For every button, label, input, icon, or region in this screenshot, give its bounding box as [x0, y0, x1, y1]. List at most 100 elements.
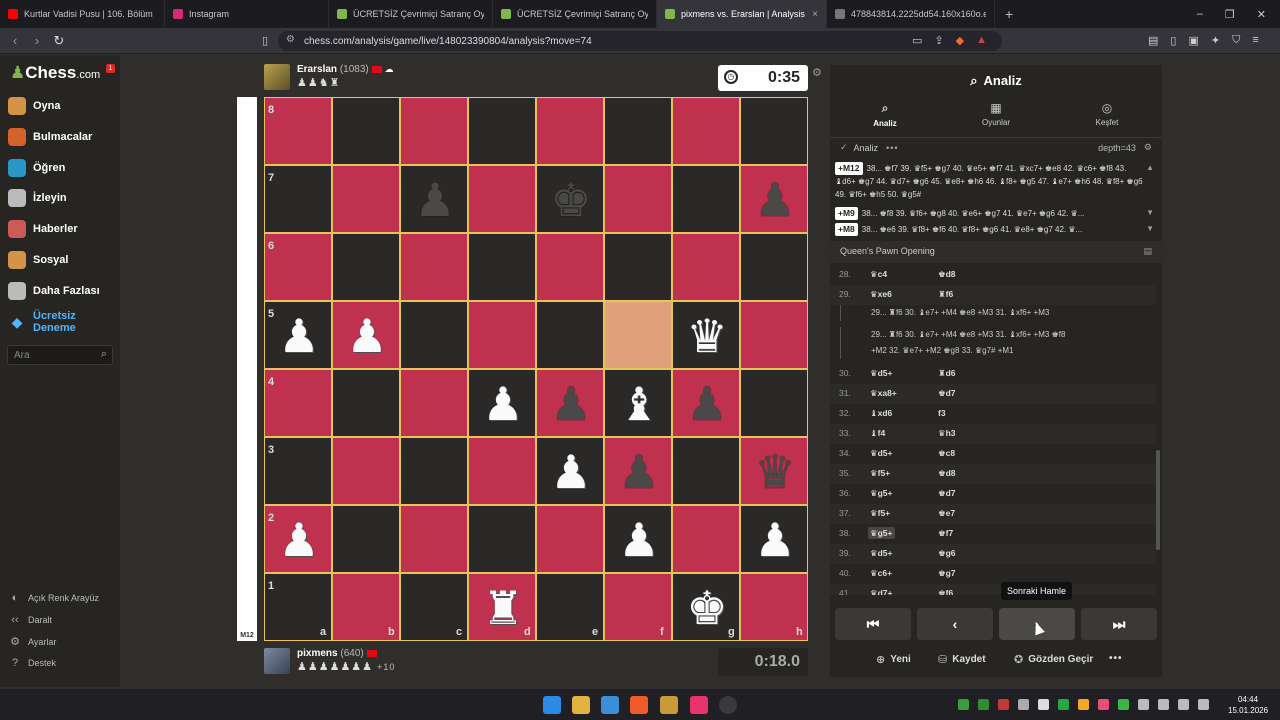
- options-icon[interactable]: •••: [886, 143, 898, 153]
- square-c5[interactable]: [400, 301, 468, 369]
- wallet-icon[interactable]: ▣: [1188, 34, 1198, 47]
- browser-tab[interactable]: Kurtlar Vadisi Pusu | 106. Bölüm | Yük: [0, 0, 165, 28]
- rewards-icon[interactable]: ▲: [976, 34, 987, 47]
- tray-app-icon[interactable]: [998, 699, 1009, 710]
- tab-analysis[interactable]: ⌕ Analiz: [830, 101, 940, 128]
- browser-tab[interactable]: ÜCRETSİZ Çevrimiçi Satranç Oynayın: [329, 0, 493, 28]
- engine-line[interactable]: +M9 38... ♚f8 39. ♛f6+ ♚g8 40. ♛e6+ ♚g7 4…: [835, 207, 1145, 220]
- square-g2[interactable]: [672, 505, 740, 573]
- file-explorer-icon[interactable]: [572, 696, 590, 714]
- white-move[interactable]: ♛g5+: [868, 527, 895, 539]
- white-pawn-icon[interactable]: ♟: [537, 438, 605, 506]
- black-move[interactable]: ♚f6: [938, 588, 953, 595]
- search-icon[interactable]: ⌕: [101, 348, 107, 361]
- previous-move-button[interactable]: ‹: [917, 608, 993, 640]
- black-queen-icon[interactable]: ♛: [741, 438, 809, 506]
- more-options-button[interactable]: •••: [1109, 653, 1123, 664]
- square-b2[interactable]: [332, 505, 400, 573]
- white-pawn-icon[interactable]: ♟: [265, 302, 333, 370]
- site-info-icon[interactable]: ⚙: [286, 34, 295, 45]
- black-pawn-icon[interactable]: ♟: [537, 370, 605, 438]
- square-a7[interactable]: [264, 165, 332, 233]
- browser-tab[interactable]: ÜCRETSİZ Çevrimiçi Satranç Oynayın: [493, 0, 657, 28]
- white-pawn-icon[interactable]: ♟: [265, 506, 333, 574]
- white-pawn-icon[interactable]: ♟: [469, 370, 537, 438]
- square-f8[interactable]: [604, 97, 672, 165]
- engine-line[interactable]: +M8 38... ♚e6 39. ♛f8+ ♚f6 40. ♛f8+ ♚g6 4…: [835, 223, 1145, 236]
- back-icon[interactable]: ‹: [4, 33, 26, 48]
- square-b4[interactable]: [332, 369, 400, 437]
- white-move[interactable]: ♛d5+: [870, 448, 893, 459]
- square-g8[interactable]: [672, 97, 740, 165]
- game-icon[interactable]: [660, 696, 678, 714]
- tray-app-icon[interactable]: [978, 699, 989, 710]
- black-move[interactable]: ♚g6: [938, 548, 956, 559]
- bottom-player-name[interactable]: pixmens: [297, 648, 338, 659]
- square-e8[interactable]: [536, 97, 604, 165]
- black-pawn-icon[interactable]: ♟: [741, 166, 809, 234]
- black-move[interactable]: ♛h3: [938, 428, 956, 439]
- bookmark-icon[interactable]: ▯: [254, 34, 276, 47]
- menu-icon[interactable]: ≡: [1252, 34, 1258, 47]
- black-move[interactable]: ♚d7: [938, 488, 956, 499]
- black-move[interactable]: ♜f6: [938, 289, 953, 300]
- system-clock[interactable]: 04:44 15.01.2026: [1228, 694, 1268, 716]
- first-move-button[interactable]: ⏮: [835, 608, 911, 640]
- engine-line[interactable]: +M12 38... ♚f7 39. ♛f5+ ♚g7 40. ♛e5+ ♚f7 …: [835, 162, 1145, 202]
- tray-app-icon[interactable]: [1098, 699, 1109, 710]
- split-icon[interactable]: ▯: [1170, 34, 1176, 47]
- black-pawn-icon[interactable]: ♟: [401, 166, 469, 234]
- maximize-icon[interactable]: ❐: [1225, 8, 1235, 21]
- minimize-icon[interactable]: –: [1197, 8, 1203, 21]
- square-a8[interactable]: [264, 97, 332, 165]
- square-c2[interactable]: [400, 505, 468, 573]
- last-move-button[interactable]: ⏭: [1081, 608, 1157, 640]
- start-icon[interactable]: [543, 696, 561, 714]
- top-player-name[interactable]: Erarslan: [297, 64, 337, 75]
- square-e5[interactable]: [536, 301, 604, 369]
- white-move[interactable]: ♝f4: [870, 428, 885, 439]
- square-g3[interactable]: [672, 437, 740, 505]
- white-pawn-icon[interactable]: ♟: [605, 506, 673, 574]
- square-c8[interactable]: [400, 97, 468, 165]
- microphone-icon[interactable]: [1138, 699, 1149, 710]
- engine-settings-icon[interactable]: ⚙: [1144, 142, 1152, 153]
- browser-tab[interactable]: Instagram: [165, 0, 329, 28]
- white-move[interactable]: ♛g5+: [870, 488, 893, 499]
- square-e6[interactable]: [536, 233, 604, 301]
- square-a3[interactable]: [264, 437, 332, 505]
- tray-app-icon[interactable]: [958, 699, 969, 710]
- square-d5[interactable]: [468, 301, 536, 369]
- white-move[interactable]: ♛xe6: [870, 289, 892, 300]
- white-king-icon[interactable]: ♚: [673, 574, 741, 642]
- toggle-check-icon[interactable]: ✓: [840, 142, 848, 153]
- ai-icon[interactable]: ✦: [1211, 34, 1220, 47]
- tab-games[interactable]: ▦ Oyunlar: [941, 101, 1051, 127]
- notification-badge[interactable]: 1: [106, 64, 115, 73]
- sidebar-footer-item[interactable]: ⚙ Ayarlar: [8, 635, 56, 648]
- chess-board[interactable]: 8 7 6 5 4 3 2 1 a b c d e f g h ♟ ♚ ♟ ♟ ♟ ♛ ♟ ♟ ♝ ♟ ♟ ♟ ♛ ♟ ♟ ♟ ♜ ♚: [264, 97, 808, 641]
- share-icon[interactable]: ⇪: [934, 34, 943, 47]
- square-e2[interactable]: [536, 505, 604, 573]
- black-move[interactable]: ♚g7: [938, 568, 956, 579]
- search-input[interactable]: Ara ⌕: [7, 345, 113, 365]
- square-c6[interactable]: [400, 233, 468, 301]
- variation-line[interactable]: 29... ♜f6 30. ♝e7+ +M4 ♚e8 +M3 31. ♝xf6+…: [840, 305, 1140, 321]
- network-icon[interactable]: [1178, 699, 1189, 710]
- white-bishop-icon[interactable]: ♝: [605, 370, 673, 438]
- white-move[interactable]: ♛c6+: [870, 568, 892, 579]
- sidebar-item-puzzle[interactable]: Bulmacalar: [8, 127, 92, 146]
- square-h6[interactable]: [740, 233, 808, 301]
- square-c4[interactable]: [400, 369, 468, 437]
- brave-browser-icon[interactable]: [630, 696, 648, 714]
- board-settings-icon[interactable]: ⚙: [812, 66, 822, 79]
- app-icon[interactable]: [719, 696, 737, 714]
- move-list-scrollbar[interactable]: [1156, 450, 1160, 550]
- black-move[interactable]: ♜d6: [938, 368, 956, 379]
- black-move[interactable]: ♚e7: [938, 508, 955, 519]
- expand-line-icon[interactable]: ▲: [1146, 163, 1154, 172]
- square-f7[interactable]: [604, 165, 672, 233]
- tray-app-icon[interactable]: [1078, 699, 1089, 710]
- square-h4[interactable]: [740, 369, 808, 437]
- yeni-button[interactable]: ⊕ Yeni: [876, 653, 911, 666]
